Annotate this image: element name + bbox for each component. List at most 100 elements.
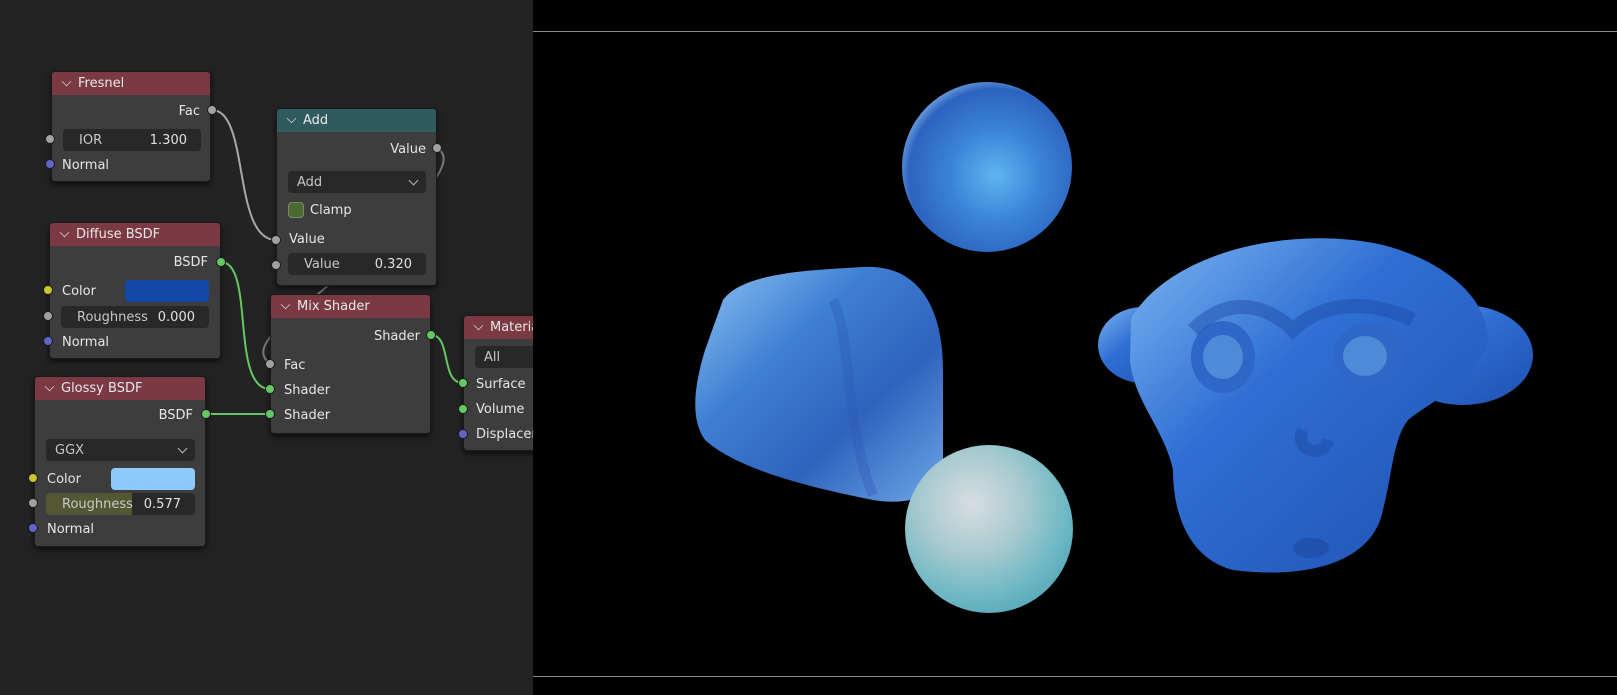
diffuse-roughness-value: 0.000 [157, 309, 195, 325]
diffuse-color-input: Color [62, 280, 96, 302]
diffuse-normal-socket[interactable] [43, 336, 53, 346]
add-value-input: Value [289, 228, 325, 250]
add-value-in-socket[interactable] [271, 235, 281, 245]
diffuse-roughness-field[interactable]: Roughness 0.000 [61, 306, 209, 328]
fresnel-fac-label: Fac [178, 103, 200, 119]
mix-shader-node[interactable]: Mix Shader Shader Fac Shader Shader [270, 294, 431, 434]
collapse-chevron-icon[interactable] [280, 299, 291, 310]
add-value-out-socket[interactable] [432, 143, 442, 153]
add-operation-dropdown[interactable]: Add [288, 171, 426, 193]
collapse-chevron-icon[interactable] [44, 381, 55, 392]
fresnel-node[interactable]: Fresnel Fac IOR 1.300 Normal [51, 71, 211, 182]
diffuse-bsdf-output: BSDF [50, 251, 208, 273]
collapse-chevron-icon[interactable] [286, 113, 297, 124]
clamp-label: Clamp [310, 202, 352, 218]
diffuse-normal-input: Normal [62, 331, 109, 353]
fresnel-ior-socket[interactable] [45, 134, 55, 144]
rounded-cube [695, 266, 943, 502]
material-surface-socket[interactable] [458, 378, 468, 388]
glossy-distribution-dropdown[interactable]: GGX [46, 439, 195, 461]
material-displacement-input: Displacement [476, 423, 533, 445]
glossy-bsdf-label: BSDF [158, 407, 193, 423]
material-output-node[interactable]: Material Output All Surface Volume Displ… [463, 315, 533, 451]
add-value-output: Value [277, 138, 426, 160]
add-header[interactable]: Add [277, 109, 436, 132]
glossy-bsdf-socket[interactable] [201, 409, 211, 419]
node-editor[interactable]: Fresnel Fac IOR 1.300 Normal Add Value A… [0, 0, 533, 695]
mix-out-shader-label: Shader [373, 328, 420, 344]
glossy-roughness-value: 0.577 [143, 496, 181, 512]
ior-value: 1.300 [149, 132, 187, 148]
glossy-title: Glossy BSDF [61, 381, 143, 396]
mix-shader2-input: Shader [284, 404, 330, 426]
fresnel-normal-socket[interactable] [45, 159, 55, 169]
material-volume-label: Volume [476, 401, 525, 417]
mix-header[interactable]: Mix Shader [271, 295, 430, 318]
glossy-color-socket[interactable] [28, 473, 38, 483]
add-node[interactable]: Add Value Add Clamp Value Value 0.320 [276, 108, 437, 286]
diffuse-color-socket[interactable] [43, 285, 53, 295]
diffuse-bsdf-node[interactable]: Diffuse BSDF BSDF Color Roughness 0.000 … [49, 222, 221, 359]
glossy-header[interactable]: Glossy BSDF [35, 377, 205, 400]
link-mix-output [430, 334, 464, 384]
fresnel-ior-field[interactable]: IOR 1.300 [63, 129, 201, 151]
fresnel-fac-socket[interactable] [207, 105, 217, 115]
chevron-down-icon [408, 175, 419, 185]
glossy-color-input: Color [47, 468, 81, 490]
fresnel-header[interactable]: Fresnel [52, 72, 210, 95]
diffuse-color-swatch[interactable] [125, 280, 209, 302]
mix-shader2-label: Shader [284, 407, 331, 423]
collapse-chevron-icon[interactable] [61, 76, 72, 87]
material-displacement-socket[interactable] [458, 429, 468, 439]
diffuse-color-label: Color [62, 283, 96, 299]
sphere-bottom [905, 445, 1073, 613]
glossy-roughness-socket[interactable] [28, 498, 38, 508]
mix-shader2-socket[interactable] [265, 409, 275, 419]
add-value-field-value: 0.320 [374, 256, 412, 272]
chevron-down-icon [177, 443, 188, 453]
fresnel-fac-output: Fac [52, 100, 200, 122]
material-target-dropdown[interactable]: All [475, 346, 533, 368]
link-diffuse-mix [220, 261, 271, 390]
material-output-title: Material Output [490, 320, 533, 335]
material-volume-socket[interactable] [458, 404, 468, 414]
mix-fac-input: Fac [284, 354, 305, 376]
glossy-distribution-value: GGX [55, 442, 85, 458]
mix-fac-label: Fac [284, 357, 306, 373]
material-surface-input: Surface [476, 373, 526, 395]
diffuse-roughness-socket[interactable] [43, 311, 53, 321]
glossy-bsdf-node[interactable]: Glossy BSDF BSDF GGX Color Roughness 0.5… [34, 376, 206, 547]
mix-shader1-input: Shader [284, 379, 330, 401]
glossy-normal-label: Normal [47, 521, 95, 537]
mix-fac-socket[interactable] [265, 359, 275, 369]
fresnel-normal-input: Normal [62, 154, 109, 176]
material-target-value: All [484, 349, 501, 365]
render-scene [695, 82, 1533, 613]
add-clamp-checkbox-row[interactable]: Clamp [288, 199, 352, 221]
material-surface-label: Surface [476, 376, 526, 392]
glossy-bsdf-output: BSDF [35, 404, 193, 426]
add-value2-in-socket[interactable] [271, 260, 281, 270]
diffuse-bsdf-socket[interactable] [216, 257, 226, 267]
mix-shader-out-socket[interactable] [426, 330, 436, 340]
collapse-chevron-icon[interactable] [473, 320, 484, 331]
glossy-color-swatch[interactable] [111, 468, 195, 490]
diffuse-title: Diffuse BSDF [76, 227, 161, 242]
diffuse-header[interactable]: Diffuse BSDF [50, 223, 220, 246]
glossy-normal-socket[interactable] [28, 523, 38, 533]
material-output-header[interactable]: Material Output [464, 316, 533, 339]
diffuse-normal-label: Normal [62, 334, 110, 350]
sphere-top [902, 82, 1072, 252]
fresnel-title: Fresnel [78, 76, 125, 91]
glossy-roughness-field[interactable]: Roughness 0.577 [46, 493, 195, 515]
mix-title: Mix Shader [297, 299, 370, 314]
add-value-field[interactable]: Value 0.320 [288, 253, 426, 275]
collapse-chevron-icon[interactable] [59, 227, 70, 238]
add-in-value-label: Value [289, 231, 325, 247]
render-viewport[interactable] [533, 0, 1617, 695]
mix-shader1-socket[interactable] [265, 384, 275, 394]
material-displacement-label: Displacement [476, 426, 533, 442]
fresnel-normal-label: Normal [62, 157, 110, 173]
diffuse-bsdf-label: BSDF [173, 254, 208, 270]
clamp-checkbox[interactable] [288, 202, 304, 218]
